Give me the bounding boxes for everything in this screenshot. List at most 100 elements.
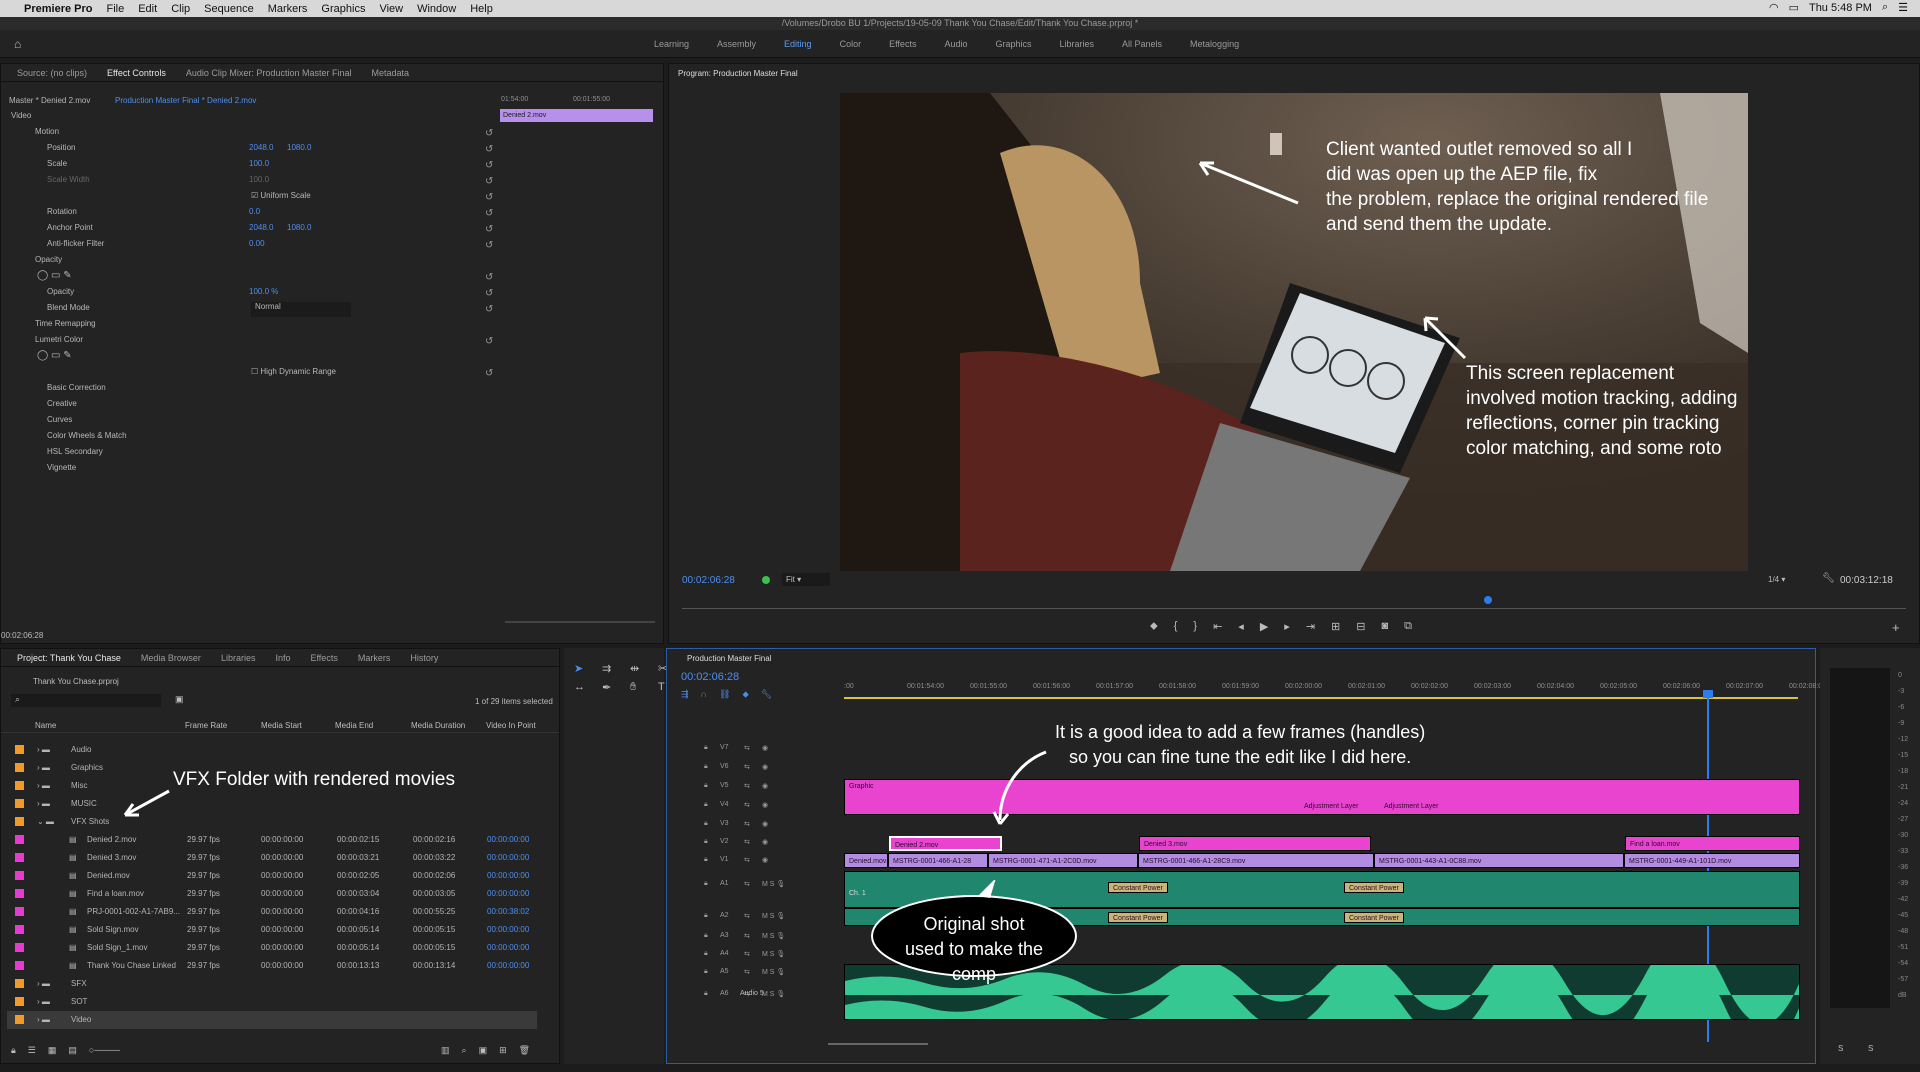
clip-mstrg-5[interactable]: MSTRG-0001-449-A1-101D.mov (1624, 853, 1800, 868)
lumetri-basic-correction[interactable]: Basic Correction (47, 383, 106, 398)
track-lock-icon[interactable]: 🔒︎ (704, 990, 708, 998)
ec-clip-bar[interactable]: Denied 2.mov (500, 109, 653, 122)
play-icon[interactable]: ▶ (1260, 620, 1268, 633)
col-media-duration[interactable]: Media Duration (411, 721, 465, 730)
position-x[interactable]: 2048.0 (249, 143, 273, 158)
ws-editing[interactable]: Editing (770, 39, 826, 49)
clip-mstrg-1[interactable]: MSTRG-0001-466-A1-28 (888, 853, 988, 868)
clip-find-a-loan[interactable]: Find a loan.mov (1625, 836, 1800, 851)
spotlight-icon[interactable]: ⌕ (1882, 1, 1888, 14)
project-search-input[interactable]: ⌕ (11, 694, 161, 707)
col-name[interactable]: Name (35, 721, 56, 730)
project-item-row[interactable]: ▤ Find a loan.mov 29.97 fps 00:00:00:00 00:0… (7, 885, 537, 903)
transition-constant-power-4[interactable]: Constant Power (1344, 912, 1404, 923)
track-lock-icon[interactable]: 🔒︎ (704, 744, 708, 752)
slip-icon[interactable]: ↔ (574, 681, 596, 694)
wifi-icon[interactable]: ◠ (1769, 1, 1779, 14)
tab-info[interactable]: Info (265, 653, 300, 663)
comparison-view-icon[interactable]: ⧉ (1404, 620, 1412, 633)
ws-audio[interactable]: Audio (930, 39, 981, 49)
eye-icon[interactable]: ◉ (762, 820, 768, 828)
add-marker-icon[interactable]: ⬥ (1150, 620, 1158, 633)
folder-icon[interactable]: › ▬ (37, 799, 50, 808)
sync-lock-icon[interactable]: ⇆ (744, 950, 750, 958)
tab-source[interactable]: Source: (no clips) (7, 68, 97, 78)
anchor-y[interactable]: 1080.0 (287, 223, 311, 238)
track-header[interactable]: 🔒︎ A3 ⇆ M S 🎙︎ (676, 932, 841, 948)
step-back-icon[interactable]: ◂ (1238, 620, 1244, 633)
track-lock-icon[interactable]: 🔒︎ (704, 856, 708, 864)
folder-icon[interactable]: › ▬ (37, 979, 50, 988)
fit-select[interactable]: Fit ▾ (782, 573, 830, 586)
timeline-title[interactable]: Production Master Final (687, 654, 771, 663)
eye-icon[interactable]: ◉ (762, 763, 768, 771)
sequence-clip-link[interactable]: Production Master Final * Denied 2.mov (115, 96, 256, 111)
project-item-row[interactable]: ▤ Sold Sign_1.mov 29.97 fps 00:00:00:00 00:0… (7, 939, 537, 957)
menu-help[interactable]: Help (470, 3, 493, 15)
tab-markers[interactable]: Markers (348, 653, 401, 663)
opacity-value[interactable]: 100.0 % (249, 287, 278, 302)
anchor-x[interactable]: 2048.0 (249, 223, 273, 238)
lumetri-hsl-secondary[interactable]: HSL Secondary (47, 447, 103, 462)
zoom-select[interactable]: 1/4 ▾ (1764, 573, 1812, 586)
lumetri-vignette[interactable]: Vignette (47, 463, 76, 478)
overwrite-icon[interactable]: ⊟ (1356, 620, 1365, 633)
project-folder[interactable]: › ▬ Video (7, 1011, 537, 1029)
track-lock-icon[interactable]: 🔒︎ (704, 912, 708, 920)
zoom-slider[interactable]: ○──── (89, 1045, 120, 1056)
hand-icon[interactable]: ✋︎ (630, 681, 652, 694)
ws-graphics[interactable]: Graphics (981, 39, 1045, 49)
menu-window[interactable]: Window (417, 3, 456, 15)
track-header[interactable]: 🔒︎ A5 ⇆ M S 🎙︎ (676, 968, 841, 984)
playhead-handle[interactable] (1703, 690, 1713, 698)
track-lock-icon[interactable]: 🔒︎ (704, 950, 708, 958)
fx-time-remapping[interactable]: Time Remapping (35, 319, 96, 334)
clip-denied-v1[interactable]: Denied.mov (844, 853, 888, 868)
meter-solo-right[interactable]: S (1868, 1044, 1873, 1053)
track-header[interactable]: 🔒︎ V2 ⇆ ◉ (676, 838, 841, 854)
menu-graphics[interactable]: Graphics (321, 3, 365, 15)
ws-metalogging[interactable]: Metalogging (1176, 39, 1253, 49)
sync-lock-icon[interactable]: ⇆ (744, 744, 750, 752)
track-header[interactable]: 🔒︎ V7 ⇆ ◉ (676, 744, 841, 760)
timeline-settings-icon[interactable]: 🔧︎ (761, 689, 772, 700)
blend-mode-select[interactable]: Normal (251, 302, 351, 317)
folder-icon[interactable]: › ▬ (37, 997, 50, 1006)
track-header[interactable]: 🔒︎ A2 ⇆ M S 🎙︎ (676, 912, 841, 928)
track-lock-icon[interactable]: 🔒︎ (704, 968, 708, 976)
sync-lock-icon[interactable]: ⇆ (744, 880, 750, 888)
project-item-row[interactable]: ▤ PRJ-0001-002-A1-7AB9... 29.97 fps 00:00:0… (7, 903, 537, 921)
eye-icon[interactable]: ◉ (762, 856, 768, 864)
ws-effects[interactable]: Effects (875, 39, 930, 49)
track-header[interactable]: 🔒︎ V1 ⇆ ◉ (676, 856, 841, 872)
project-folder[interactable]: › ▬ MUSIC (7, 795, 537, 813)
track-header[interactable]: 🔒︎ V3 ⇆ ◉ (676, 820, 841, 836)
freeform-view-icon[interactable]: ▤ (68, 1045, 77, 1056)
step-forward-icon[interactable]: ▸ (1284, 620, 1290, 633)
position-y[interactable]: 1080.0 (287, 143, 311, 158)
sync-lock-icon[interactable]: ⇆ (744, 856, 750, 864)
eye-icon[interactable]: ◉ (762, 838, 768, 846)
col-video-in-point[interactable]: Video In Point (486, 721, 536, 730)
ripple-edit-icon[interactable]: ⇹ (630, 662, 652, 675)
folder-icon[interactable]: › ▬ (37, 763, 50, 772)
track-lock-icon[interactable]: 🔒︎ (704, 763, 708, 771)
mute-solo-mic-icons[interactable]: M S 🎙︎ (762, 912, 785, 920)
project-item-row[interactable]: ▤ Denied 3.mov 29.97 fps 00:00:00:00 00:00:0… (7, 849, 537, 867)
sync-lock-icon[interactable]: ⇆ (744, 932, 750, 940)
work-area-bar[interactable] (844, 697, 1798, 699)
col-media-start[interactable]: Media Start (261, 721, 302, 730)
lumetri-creative[interactable]: Creative (47, 399, 77, 414)
lumetri-curves[interactable]: Curves (47, 415, 72, 430)
ws-assembly[interactable]: Assembly (703, 39, 770, 49)
ws-color[interactable]: Color (826, 39, 876, 49)
icon-view-icon[interactable]: ▦ (48, 1045, 57, 1056)
wrench-icon[interactable]: 🔧︎ (1822, 573, 1835, 584)
insert-icon[interactable]: ⊞ (1331, 620, 1340, 633)
sync-lock-icon[interactable]: ⇆ (744, 820, 750, 828)
program-playhead[interactable] (1484, 596, 1492, 604)
tab-metadata[interactable]: Metadata (361, 68, 419, 78)
new-bin-icon[interactable]: ▣ (175, 694, 184, 705)
tab-history[interactable]: History (400, 653, 448, 663)
new-bin-footer-icon[interactable]: ▣ (479, 1045, 488, 1056)
